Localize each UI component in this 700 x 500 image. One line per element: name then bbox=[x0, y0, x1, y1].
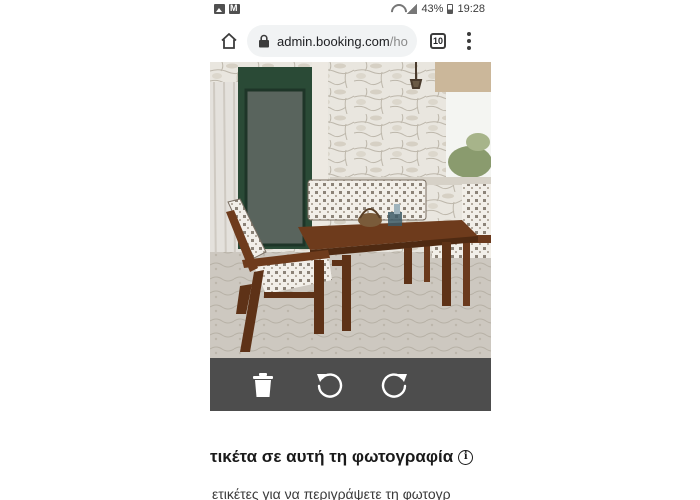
battery-icon bbox=[447, 4, 454, 14]
mail-notification-icon bbox=[229, 3, 240, 14]
tab-switcher-button[interactable]: 10 bbox=[430, 33, 446, 49]
photo-action-bar bbox=[210, 358, 491, 411]
tags-heading: τικέτα σε αυτή τη φωτογραφία i bbox=[210, 447, 491, 467]
status-bar: 43% 19:28 bbox=[210, 0, 491, 20]
phone-screen: 43% 19:28 admin.booking.com/ho 10 bbox=[210, 0, 491, 500]
property-photo bbox=[210, 62, 491, 358]
url-host: admin.booking.com bbox=[277, 33, 390, 49]
system-status: 43% 19:28 bbox=[391, 3, 485, 15]
info-icon[interactable]: i bbox=[458, 449, 474, 465]
gallery-notification-icon bbox=[214, 4, 225, 14]
address-bar[interactable]: admin.booking.com/ho bbox=[247, 25, 417, 57]
lock-icon bbox=[259, 34, 269, 48]
clock: 19:28 bbox=[457, 3, 485, 15]
notification-icons bbox=[214, 3, 240, 14]
tags-heading-text: τικέτα σε αυτή τη φωτογραφία bbox=[210, 447, 454, 466]
url-text[interactable]: admin.booking.com/ho bbox=[277, 34, 408, 49]
signal-icon bbox=[407, 4, 418, 14]
rotate-left-icon[interactable] bbox=[314, 370, 344, 400]
trash-icon[interactable] bbox=[248, 370, 278, 400]
tags-description: ετικέτες για να περιγράψετε τη φωτογρ bbox=[212, 486, 451, 500]
browser-toolbar: admin.booking.com/ho 10 bbox=[210, 20, 491, 62]
wifi-icon bbox=[391, 4, 403, 14]
rotate-right-icon[interactable] bbox=[380, 370, 410, 400]
more-menu-icon[interactable] bbox=[462, 32, 476, 50]
home-icon[interactable] bbox=[220, 32, 238, 50]
url-path: /ho bbox=[389, 33, 408, 49]
battery-percentage: 43% bbox=[421, 3, 444, 15]
